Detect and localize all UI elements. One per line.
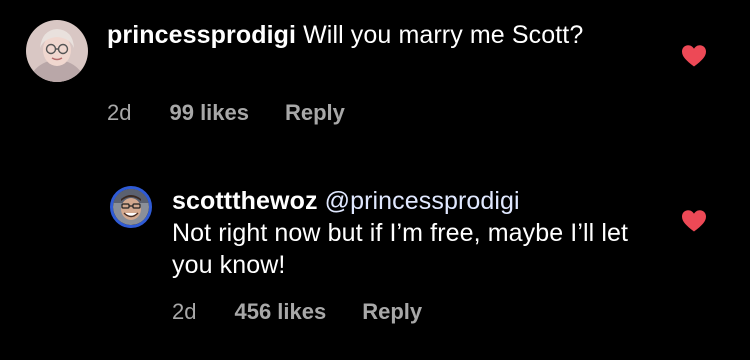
reply-username[interactable]: scottthewoz xyxy=(172,187,318,215)
comment-time: 2d xyxy=(107,100,132,125)
reply-body: scottthewoz @princessprodigi Not right n… xyxy=(172,185,652,281)
comment-username[interactable]: princessprodigi xyxy=(107,21,296,49)
reply-text: Not right now but if I’m free, maybe I’l… xyxy=(172,219,629,279)
user-avatar-icon xyxy=(26,20,88,82)
comment-text: Will you marry me Scott? xyxy=(303,21,584,49)
heart-filled-icon xyxy=(682,210,706,232)
reply-meta: 2d 456 likes Reply xyxy=(172,299,422,325)
heart-filled-icon xyxy=(682,45,706,67)
like-button[interactable] xyxy=(681,209,707,233)
comment-meta: 2d 99 likes Reply xyxy=(107,100,345,126)
avatar[interactable] xyxy=(110,186,152,228)
like-button[interactable] xyxy=(681,44,707,68)
reply-button[interactable]: Reply xyxy=(285,100,345,126)
reply-mention[interactable]: @princessprodigi xyxy=(325,187,520,215)
comment-likes[interactable]: 99 likes xyxy=(169,100,249,126)
reply-time: 2d xyxy=(172,299,197,324)
comment-body: princessprodigi Will you marry me Scott? xyxy=(107,19,627,51)
user-avatar-icon xyxy=(113,189,149,225)
reply-likes[interactable]: 456 likes xyxy=(234,299,326,325)
reply-button[interactable]: Reply xyxy=(362,299,422,325)
avatar[interactable] xyxy=(26,20,88,82)
